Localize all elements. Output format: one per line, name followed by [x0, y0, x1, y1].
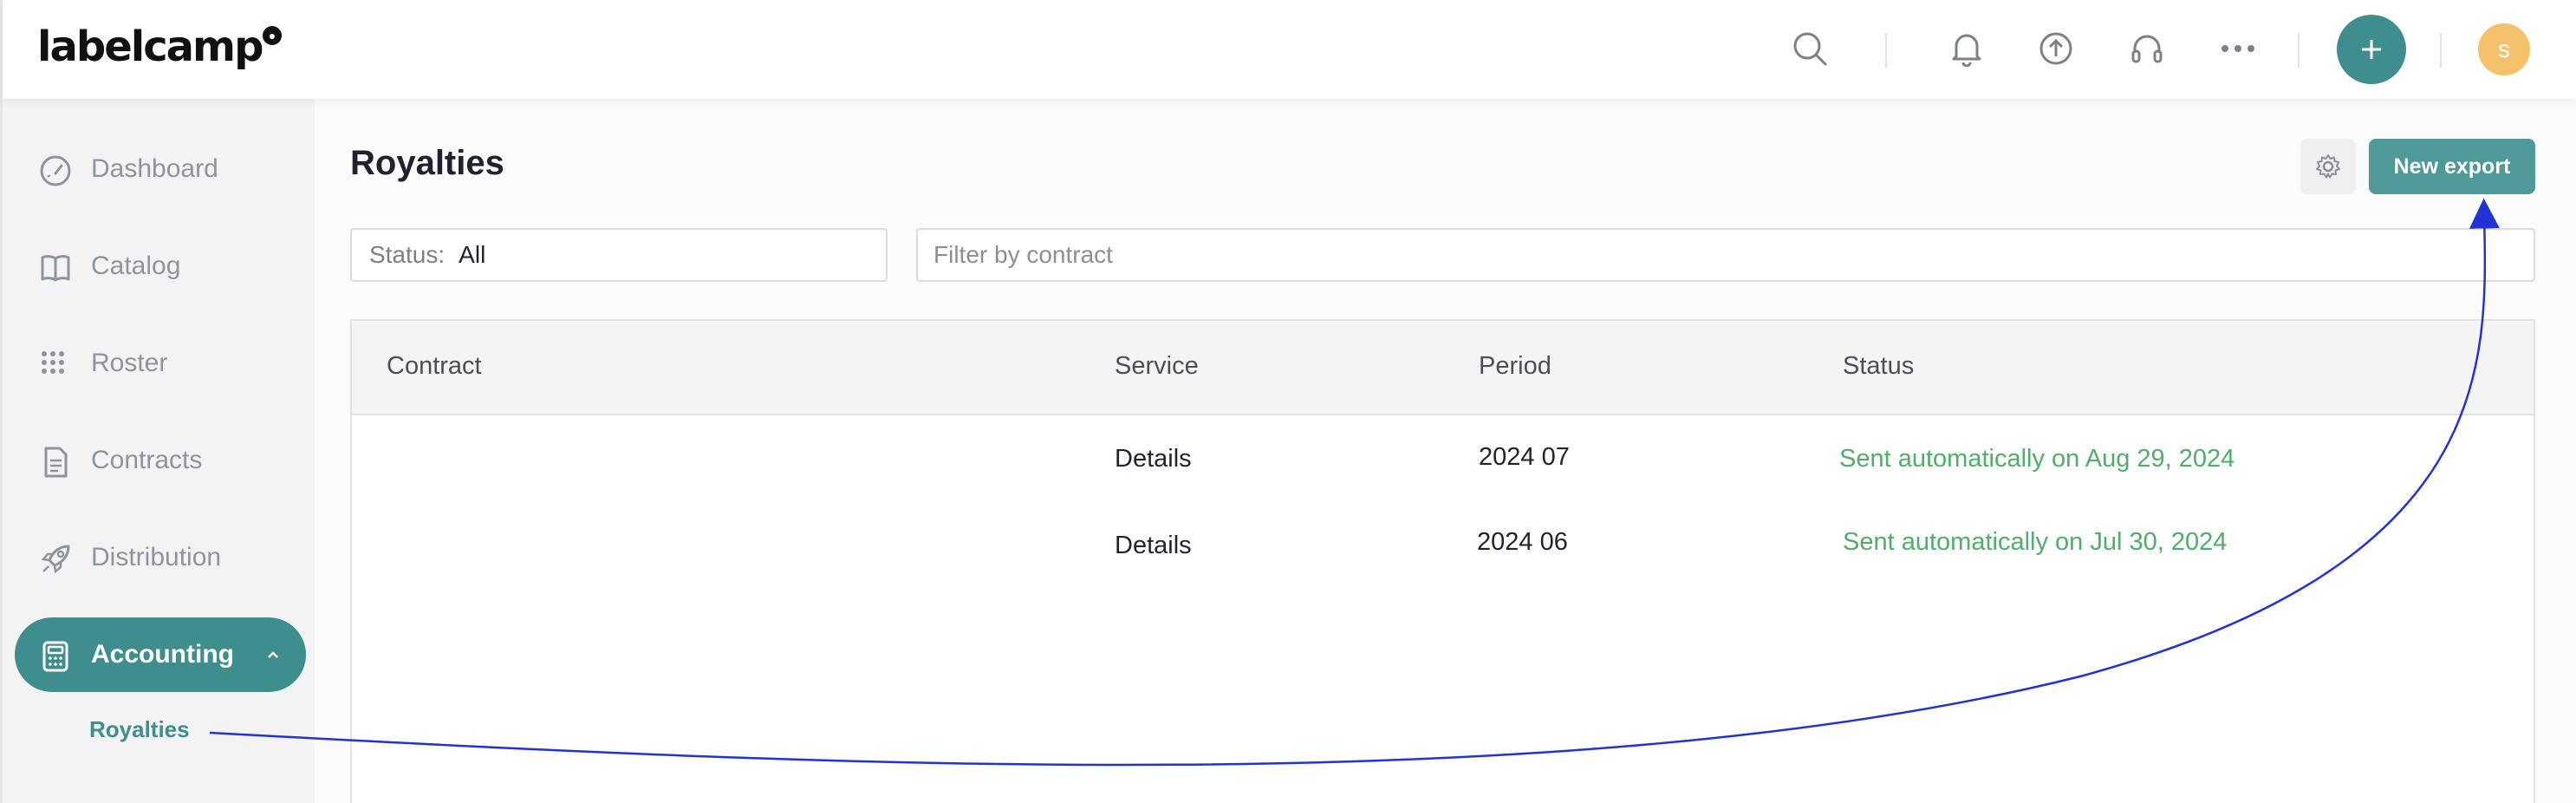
sidebar-item-accounting[interactable]: Accounting	[15, 617, 306, 692]
gauge-icon	[38, 153, 73, 188]
book-icon	[38, 251, 73, 285]
column-header-contract[interactable]: Contract	[387, 352, 482, 381]
cell-status: Sent automatically on Aug 29, 2024	[1839, 445, 2235, 473]
status-filter[interactable]: Status: All	[350, 228, 888, 282]
settings-button[interactable]	[2300, 139, 2356, 194]
more-icon[interactable]	[2218, 29, 2258, 69]
chevron-up-icon[interactable]	[266, 643, 280, 668]
toolbar-divider	[2440, 33, 2442, 68]
upload-icon[interactable]	[2036, 29, 2076, 69]
sidebar-item-contracts[interactable]: Contracts	[15, 423, 306, 498]
toolbar-divider	[1885, 33, 1887, 68]
sidebar-item-label: Catalog	[91, 251, 181, 280]
plus-icon	[2362, 40, 2381, 59]
app-logo[interactable]: labelcamp	[37, 23, 263, 71]
sidebar: Dashboard Catalog Roster Contracts Distr…	[3, 99, 315, 803]
document-icon	[38, 445, 73, 480]
sidebar-item-label: Accounting	[91, 640, 234, 669]
column-header-status[interactable]: Status	[1843, 352, 1914, 381]
sidebar-item-label: Roster	[91, 349, 168, 377]
sidebar-item-catalog[interactable]: Catalog	[15, 229, 306, 304]
sidebar-subitem-royalties[interactable]: Royalties	[89, 716, 190, 743]
cell-service-details-link[interactable]: Details	[1115, 445, 1192, 473]
contract-filter-input[interactable]	[916, 228, 2535, 282]
search-icon[interactable]	[1790, 29, 1830, 69]
sidebar-item-roster[interactable]: Roster	[15, 326, 306, 401]
headset-icon[interactable]	[2127, 29, 2167, 69]
status-filter-label: Status:	[369, 241, 446, 268]
logo-badge-icon: ●	[263, 26, 282, 45]
top-bar: labelcamp ● s	[3, 0, 2576, 99]
page-title: Royalties	[350, 144, 504, 182]
sidebar-item-label: Distribution	[91, 543, 222, 571]
royalties-table: Contract Service Period Status Details 2…	[350, 319, 2535, 803]
create-button[interactable]	[2337, 15, 2406, 84]
cell-service-details-link[interactable]: Details	[1115, 532, 1192, 560]
calculator-icon	[38, 639, 73, 674]
sidebar-item-distribution[interactable]: Distribution	[15, 520, 306, 595]
column-header-service[interactable]: Service	[1115, 352, 1199, 381]
sidebar-item-label: Dashboard	[91, 154, 218, 183]
avatar[interactable]: s	[2478, 23, 2530, 75]
status-filter-value: All	[459, 241, 486, 268]
grid-icon	[38, 348, 73, 382]
cell-period: 2024 06	[1477, 528, 1568, 556]
bell-icon[interactable]	[1947, 29, 1987, 69]
rocket-icon	[38, 542, 73, 577]
table-row[interactable]: Details 2024 06 Sent automatically on Ju…	[352, 500, 2534, 587]
table-header: Contract Service Period Status	[352, 321, 2534, 415]
cell-status: Sent automatically on Jul 30, 2024	[1843, 528, 2228, 556]
sidebar-item-label: Contracts	[91, 446, 203, 474]
gear-icon	[2316, 154, 2340, 179]
sidebar-item-dashboard[interactable]: Dashboard	[15, 132, 306, 206]
cell-period: 2024 07	[1479, 443, 1570, 471]
table-row[interactable]: Details 2024 07 Sent automatically on Au…	[352, 414, 2534, 500]
toolbar-divider	[2298, 33, 2300, 68]
new-export-button[interactable]: New export	[2369, 139, 2535, 194]
column-header-period[interactable]: Period	[1479, 352, 1551, 381]
